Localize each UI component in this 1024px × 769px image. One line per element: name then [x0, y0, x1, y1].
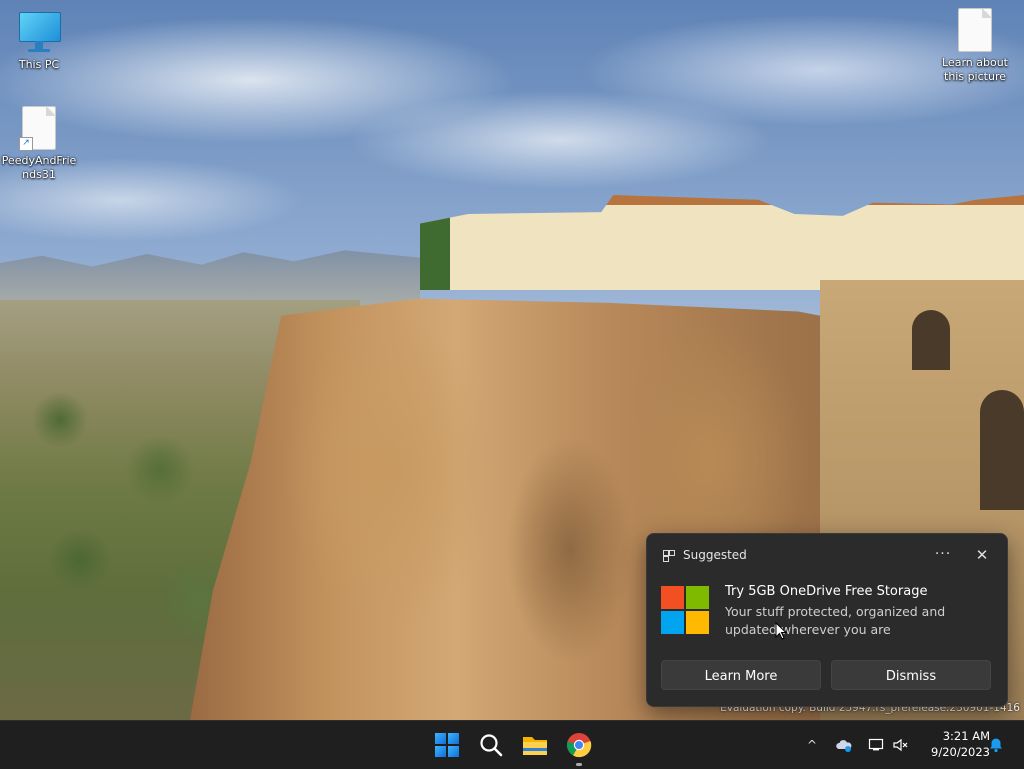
start-button[interactable]	[431, 729, 463, 761]
clock-date: 9/20/2023	[931, 745, 990, 759]
desktop-icon-this-pc[interactable]: This PC	[0, 10, 78, 72]
onedrive-icon[interactable]	[836, 737, 852, 753]
shortcut-file-icon: ↗	[19, 106, 56, 151]
dismiss-button[interactable]: Dismiss	[831, 660, 991, 690]
file-explorer-button[interactable]	[519, 729, 551, 761]
bridge-arch	[980, 390, 1024, 510]
bridge-arch	[912, 310, 950, 370]
desktop-icon-label: Learn about this picture	[942, 56, 1008, 83]
taskbar: ^ 3:21 AM 9/20/2023	[0, 720, 1024, 769]
desktop-icon-peedy-shortcut[interactable]: ↗ PeedyAndFriends31	[0, 106, 78, 182]
file-icon	[958, 8, 992, 52]
learn-more-button[interactable]: Learn More	[661, 660, 821, 690]
chrome-button[interactable]	[563, 729, 595, 766]
search-icon	[480, 734, 503, 757]
more-options-button[interactable]: ···	[931, 544, 955, 566]
chevron-up-icon: ^	[806, 738, 818, 752]
network-icon[interactable]	[868, 737, 884, 753]
close-notification-button[interactable]: ✕	[971, 544, 993, 566]
running-indicator	[576, 763, 582, 766]
system-clock[interactable]: 3:21 AM 9/20/2023	[918, 728, 990, 760]
show-hidden-icons-button[interactable]: ^	[804, 721, 820, 769]
desktop-icon-label: PeedyAndFriends31	[1, 154, 77, 181]
desktop-icon-learn-about-picture[interactable]: Learn about this picture	[936, 8, 1014, 84]
widget-grid-icon	[663, 549, 675, 562]
notification-header: Suggested	[663, 548, 747, 562]
notification-source: Suggested	[683, 548, 747, 562]
monitor-icon	[17, 10, 61, 54]
desktop-icon-label: This PC	[18, 58, 60, 71]
volume-muted-icon[interactable]	[892, 737, 908, 753]
onedrive-notification[interactable]: Suggested ··· ✕ Try 5GB OneDrive Free St…	[646, 533, 1008, 707]
notification-bell-icon[interactable]	[988, 737, 1004, 753]
microsoft-logo-icon	[661, 586, 709, 634]
search-button[interactable]	[475, 729, 507, 761]
notification-title: Try 5GB OneDrive Free Storage	[725, 584, 928, 599]
folder-icon	[523, 737, 547, 755]
clock-time: 3:21 AM	[942, 729, 990, 743]
chrome-icon	[566, 733, 592, 758]
mouse-cursor-icon	[775, 622, 787, 640]
notification-body: Your stuff protected, organized and upda…	[725, 604, 946, 637]
